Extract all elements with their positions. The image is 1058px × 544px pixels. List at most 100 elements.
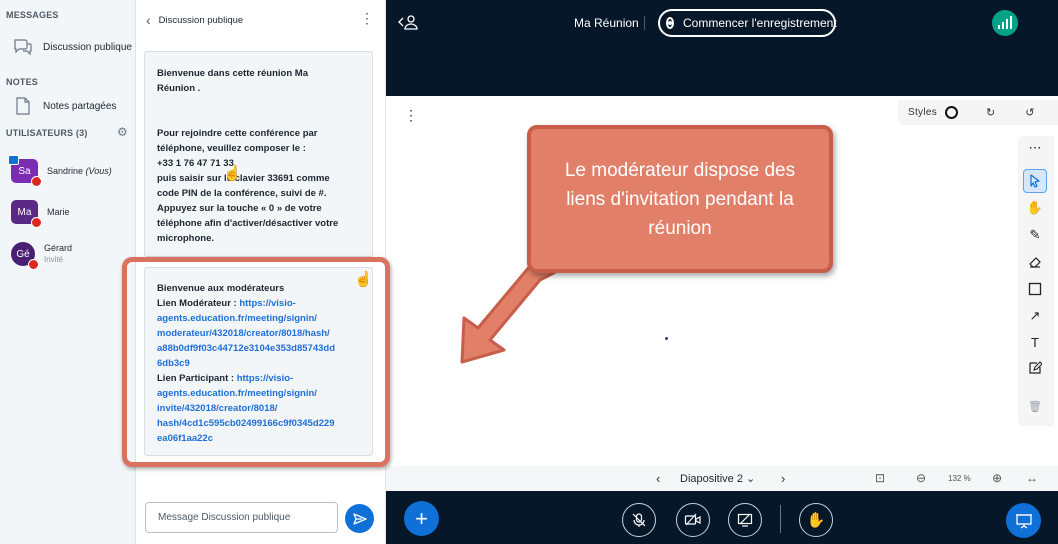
user-item[interactable]: Ma Marie bbox=[0, 197, 135, 228]
zoom-level: 132 % bbox=[948, 474, 971, 483]
actions-plus-button[interactable]: + bbox=[404, 501, 439, 536]
user-name-text: Sandrine bbox=[47, 165, 84, 176]
users-section-title: UTILISATEURS (3) bbox=[6, 128, 88, 138]
record-label: Commencer l'enregistrement bbox=[683, 16, 837, 30]
message-line: Bienvenue dans cette réunion Ma bbox=[157, 68, 308, 79]
avatar: Gé bbox=[11, 242, 39, 270]
message-line: puis saisir sur le clavier 33691 comme bbox=[157, 173, 330, 184]
rectangle-icon[interactable] bbox=[1023, 277, 1047, 301]
drawing-dot bbox=[665, 337, 668, 340]
video-off-icon bbox=[684, 513, 701, 526]
color-swatch-icon[interactable] bbox=[945, 106, 959, 119]
eraser-icon[interactable] bbox=[1023, 250, 1047, 274]
avatar: Sa bbox=[8, 155, 42, 187]
sidebar-item-shared-notes[interactable]: Notes partagées bbox=[0, 93, 135, 119]
sticky-note-icon[interactable] bbox=[1023, 356, 1047, 380]
user-name: Gérard Invité bbox=[44, 243, 72, 265]
next-slide-icon[interactable]: › bbox=[781, 471, 785, 486]
welcome-message: Bienvenue dans cette réunion Ma Réunion … bbox=[144, 51, 373, 257]
avatar-initials: Ma bbox=[17, 206, 32, 218]
message-line: code PIN de la conférence, suivi de #. bbox=[157, 188, 327, 199]
styles-button[interactable]: Styles bbox=[908, 107, 937, 118]
message-line: Appuyez sur la touche « 0 » de votre bbox=[157, 203, 322, 214]
avatar-initials: Sa bbox=[18, 165, 31, 177]
chat-bubbles-icon bbox=[12, 36, 34, 58]
chat-message-input[interactable]: Message Discussion publique bbox=[145, 502, 338, 533]
presenter-icon bbox=[8, 155, 19, 165]
previous-slide-icon[interactable]: ‹ bbox=[656, 471, 660, 486]
microphone-muted-button[interactable] bbox=[622, 503, 656, 537]
avatar-initials: Gé bbox=[16, 248, 30, 260]
messages-section-title: MESSAGES bbox=[6, 10, 59, 20]
chat-input-placeholder: Message Discussion publique bbox=[158, 512, 291, 523]
user-name-text: Marie bbox=[47, 206, 70, 217]
user-list-toggle-icon[interactable] bbox=[398, 14, 418, 30]
highlight-frame bbox=[122, 257, 390, 467]
bottom-bar: + ✋ bbox=[386, 491, 1058, 544]
hand-cursor-icon: ☝ bbox=[223, 165, 242, 182]
divider bbox=[644, 16, 645, 30]
user-you-suffix: (Vous) bbox=[85, 165, 112, 176]
slide-navigation: ‹ Diapositive 2 ⌄ › ⊡ ⊖ 132 % ⊕ ↔ bbox=[386, 466, 1058, 491]
sidebar-item-label: Discussion publique bbox=[43, 41, 132, 53]
presentation-icon bbox=[1015, 513, 1032, 529]
user-item[interactable]: Gé Gérard Invité bbox=[0, 239, 135, 270]
fit-to-screen-icon[interactable]: ⊡ bbox=[875, 471, 885, 485]
raise-hand-button[interactable]: ✋ bbox=[799, 503, 833, 537]
gear-icon[interactable]: ⚙ bbox=[117, 126, 129, 138]
connection-status-icon[interactable] bbox=[992, 10, 1018, 36]
zoom-in-icon[interactable]: ⊕ bbox=[992, 471, 1002, 485]
presentation-toggle-button[interactable] bbox=[1006, 503, 1041, 538]
sidebar-item-label: Notes partagées bbox=[43, 100, 117, 112]
redo-icon[interactable]: ↻ bbox=[986, 106, 995, 119]
drawing-toolbar: ⋯ ✋ ✎ ↗ T 🗑 bbox=[1018, 136, 1054, 426]
notes-section-title: NOTES bbox=[6, 77, 39, 87]
user-name-text: Gérard bbox=[44, 243, 73, 253]
undo-icon[interactable]: ↺ bbox=[1025, 106, 1034, 119]
arrow-tool-icon[interactable]: ↗ bbox=[1023, 304, 1047, 328]
sidebar-item-public-chat[interactable]: Discussion publique bbox=[0, 34, 135, 60]
select-tool-icon[interactable] bbox=[1023, 169, 1047, 193]
record-button[interactable]: Commencer l'enregistrement bbox=[658, 9, 837, 37]
slide-label: Diapositive 2 bbox=[680, 473, 743, 485]
more-options-icon[interactable]: ⋮ bbox=[360, 11, 374, 25]
styles-bar: Styles ↻ ↺ bbox=[898, 100, 1058, 125]
hand-icon: ✋ bbox=[806, 512, 826, 529]
message-line: Réunion . bbox=[157, 83, 201, 94]
app-root: MESSAGES Discussion publique NOTES Notes… bbox=[0, 0, 1058, 544]
muted-mic-icon bbox=[31, 217, 42, 228]
callout-text: Le modérateur dispose des liens d'invita… bbox=[564, 159, 796, 239]
chat-header: ‹ Discussion publique bbox=[136, 0, 386, 40]
slide-selector[interactable]: Diapositive 2 ⌄ bbox=[680, 472, 755, 485]
chevron-left-icon[interactable]: ‹ bbox=[146, 12, 151, 28]
chevron-down-icon: ⌄ bbox=[746, 473, 756, 485]
meeting-title[interactable]: Ma Réunion bbox=[574, 16, 639, 30]
avatar: Ma bbox=[11, 200, 42, 228]
more-tools-icon[interactable]: ⋯ bbox=[1023, 136, 1047, 160]
trash-icon[interactable]: 🗑 bbox=[1023, 394, 1047, 418]
send-icon bbox=[352, 512, 367, 525]
chat-title[interactable]: Discussion publique bbox=[159, 15, 244, 26]
fit-width-icon[interactable]: ↔ bbox=[1026, 471, 1038, 485]
mic-off-icon bbox=[632, 513, 646, 527]
hand-tool-icon[interactable]: ✋ bbox=[1023, 196, 1047, 220]
message-line: +33 1 76 47 71 33 bbox=[157, 158, 234, 169]
top-bar: Ma Réunion Commencer l'enregistrement bbox=[386, 0, 1058, 96]
camera-off-button[interactable] bbox=[676, 503, 710, 537]
screen-share-off-button[interactable] bbox=[728, 503, 762, 537]
zoom-out-icon[interactable]: ⊖ bbox=[916, 471, 926, 485]
pencil-icon[interactable]: ✎ bbox=[1023, 223, 1047, 247]
record-icon bbox=[666, 17, 674, 29]
message-line: Pour rejoindre cette conférence par bbox=[157, 128, 318, 139]
user-item[interactable]: Sa Sandrine (Vous) bbox=[0, 155, 135, 187]
user-name: Sandrine (Vous) bbox=[47, 166, 112, 177]
user-role: Invité bbox=[44, 255, 64, 264]
message-line: microphone. bbox=[157, 233, 215, 244]
text-tool-icon[interactable]: T bbox=[1023, 330, 1047, 354]
send-button[interactable] bbox=[345, 504, 374, 533]
screen-share-off-icon bbox=[737, 513, 753, 527]
more-options-icon[interactable]: ⋮ bbox=[404, 107, 418, 124]
user-name: Marie bbox=[47, 207, 70, 218]
callout-box: Le modérateur dispose des liens d'invita… bbox=[527, 125, 833, 273]
